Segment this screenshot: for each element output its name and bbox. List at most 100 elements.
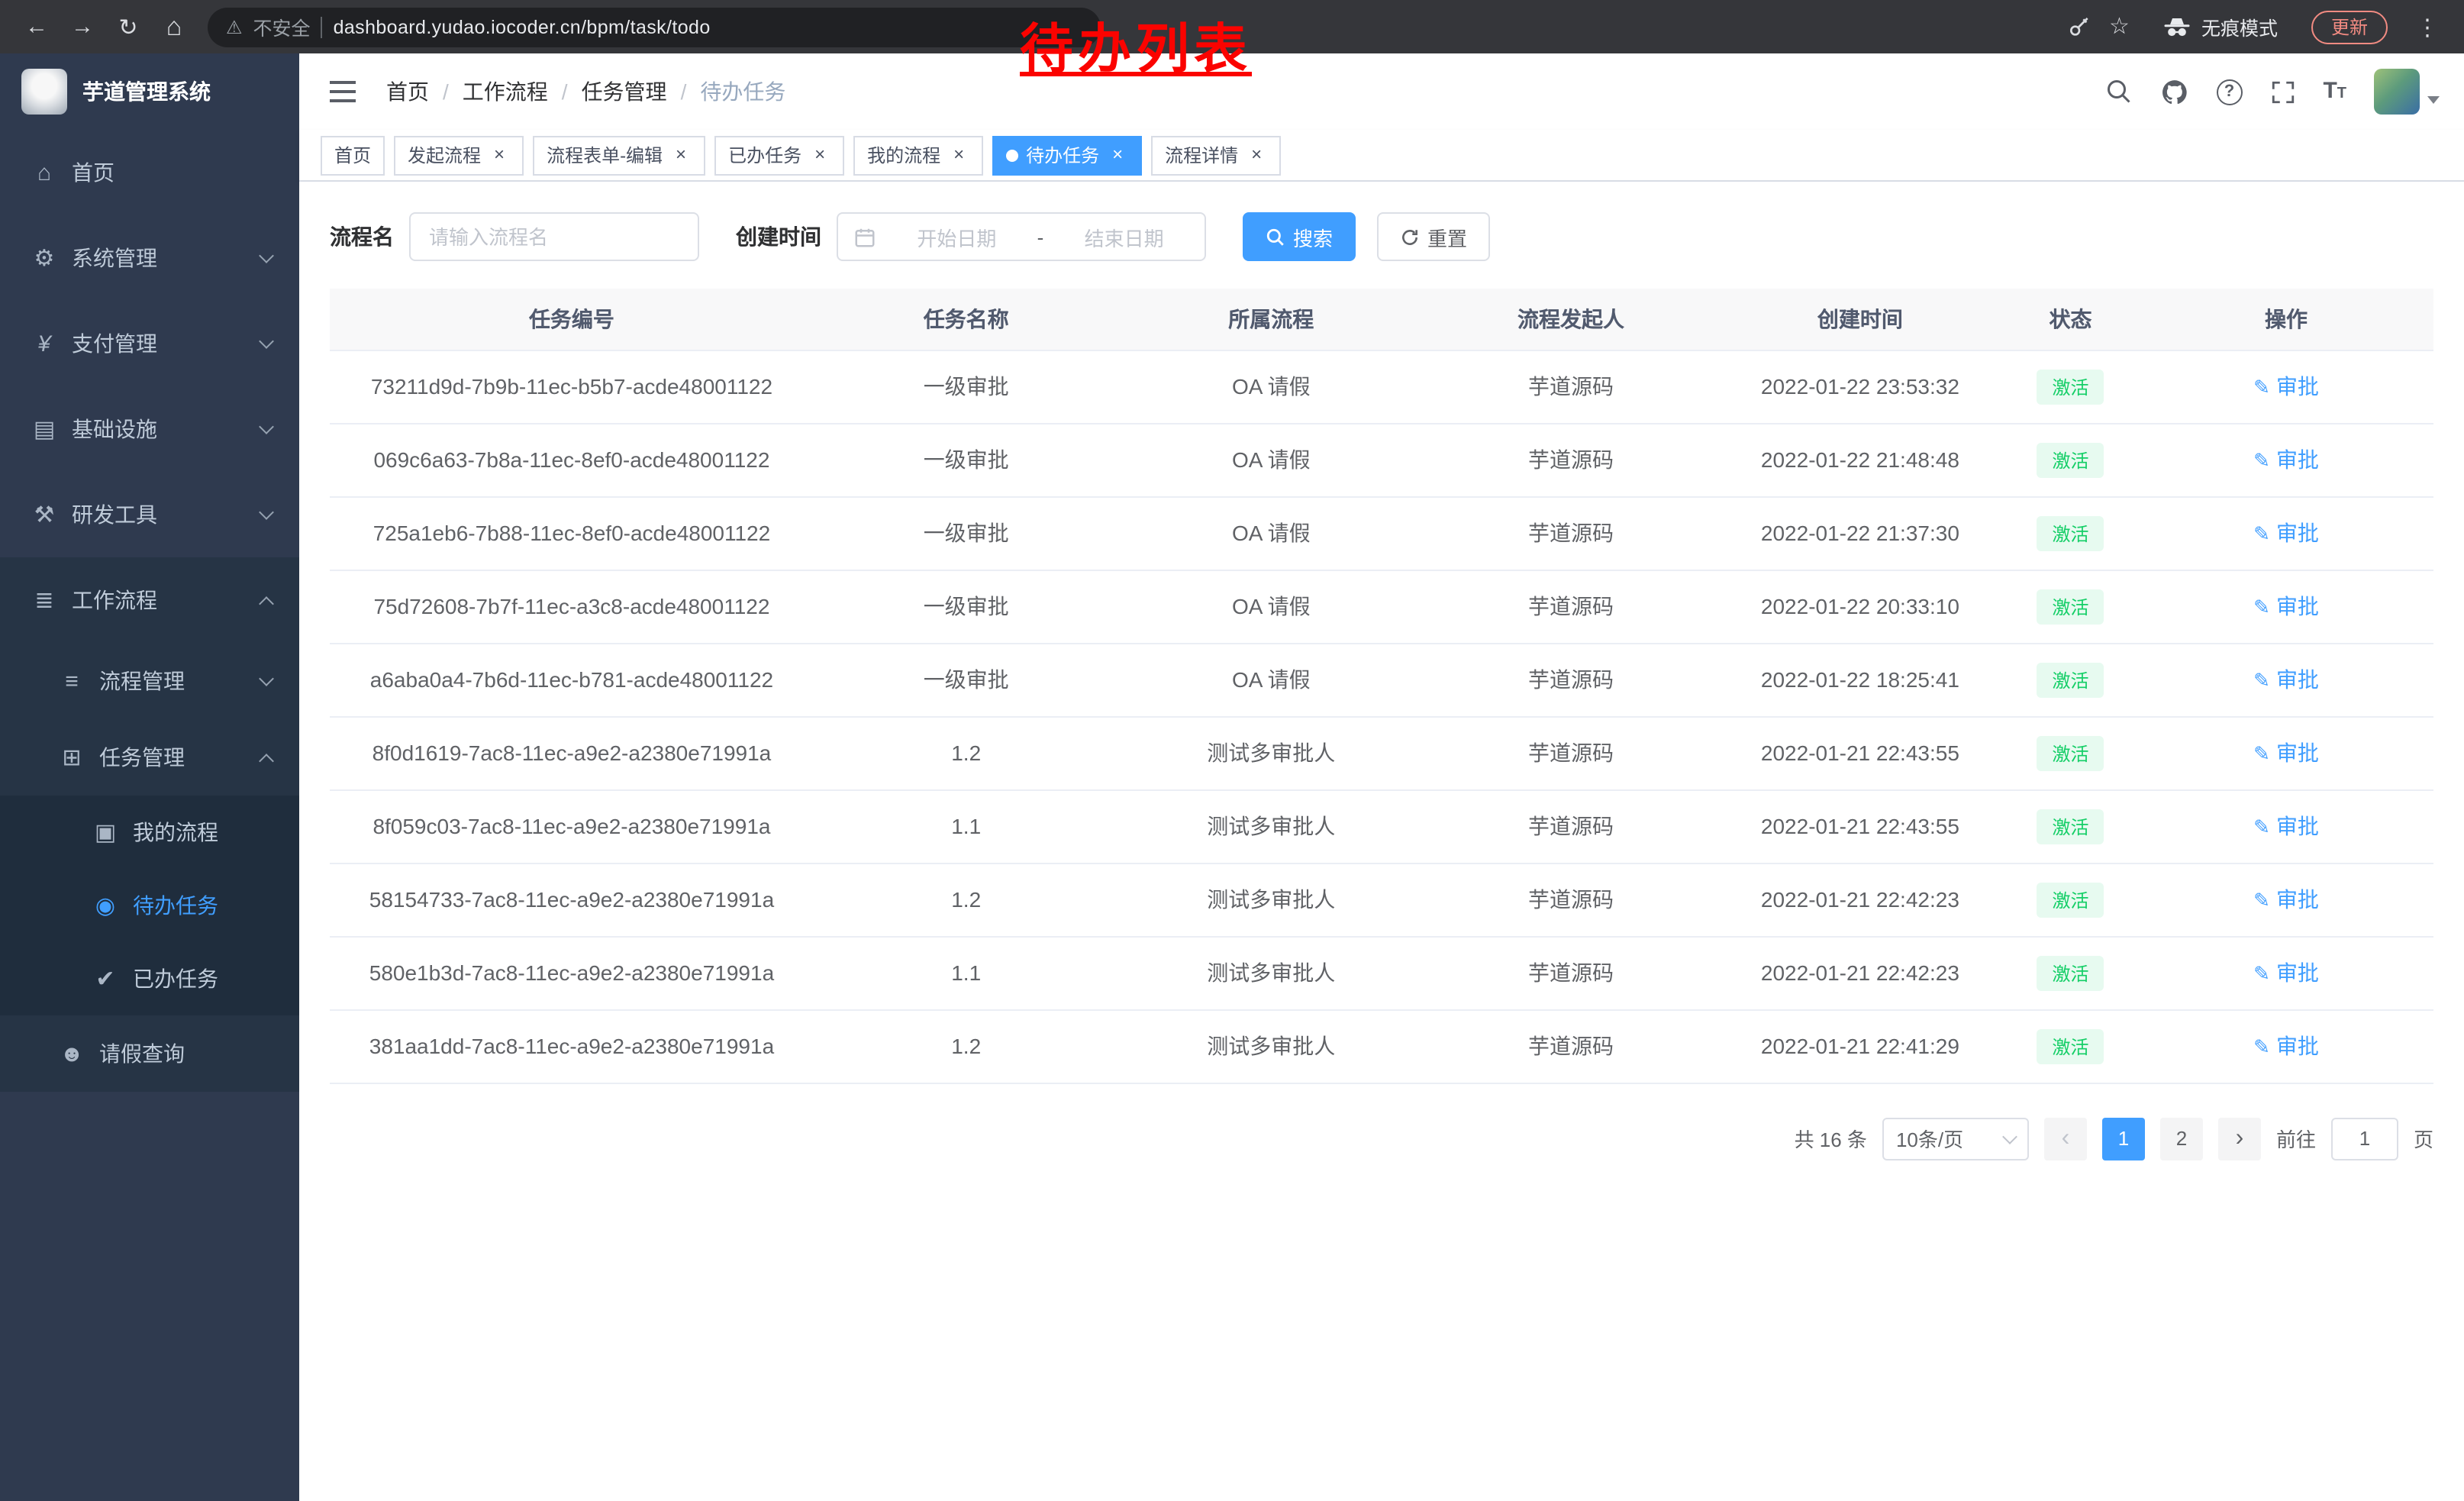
chevron-down-icon [259, 671, 274, 686]
page-button-1[interactable]: 1 [2102, 1117, 2145, 1160]
page-button-2[interactable]: 2 [2160, 1117, 2203, 1160]
close-icon[interactable] [809, 144, 830, 166]
calendar-icon [853, 225, 876, 248]
approve-link[interactable]: 审批 [2253, 957, 2319, 988]
approve-link[interactable]: 审批 [2253, 1031, 2319, 1061]
app-title: 芋道管理系统 [82, 76, 211, 107]
active-dot [1006, 149, 1018, 161]
caret-down-icon [2427, 95, 2440, 103]
table-row: 58154733-7ac8-11ec-a9e2-a2380e71991a 1.2… [330, 863, 2433, 936]
browser-menu-icon[interactable] [2406, 5, 2449, 48]
sidebar-item-todo-tasks[interactable]: 待办任务 [0, 869, 299, 942]
home-icon [27, 160, 61, 186]
table-row: 8f059c03-7ac8-11ec-a9e2-a2380e71991a 1.1… [330, 789, 2433, 863]
sidebar-item-dev-tools[interactable]: 研发工具 [0, 472, 299, 557]
next-page-button[interactable] [2218, 1117, 2261, 1160]
sidebar-item-infrastructure[interactable]: 基础设施 [0, 386, 299, 472]
close-icon[interactable] [1246, 144, 1267, 166]
sidebar-item-workflow[interactable]: 工作流程 [0, 557, 299, 643]
grid-icon [27, 415, 61, 443]
security-label: 不安全 [253, 12, 311, 41]
search-icon[interactable] [2104, 78, 2132, 105]
pencil-icon [2253, 447, 2270, 473]
status-badge: 激活 [2037, 589, 2104, 624]
screen: 不安全 dashboard.yudao.iocoder.cn/bpm/task/… [0, 0, 2464, 1501]
table-row: 73211d9d-7b9b-11ec-b5b7-acde48001122 一级审… [330, 350, 2433, 423]
address-bar[interactable]: 不安全 dashboard.yudao.iocoder.cn/bpm/task/… [208, 7, 1101, 47]
reset-button[interactable]: 重置 [1377, 212, 1490, 261]
approve-link[interactable]: 审批 [2253, 884, 2319, 915]
approve-link[interactable]: 审批 [2253, 811, 2319, 841]
sidebar-item-my-processes[interactable]: 我的流程 [0, 796, 299, 869]
col-initiator: 流程发起人 [1424, 289, 1718, 350]
prev-page-button[interactable] [2044, 1117, 2087, 1160]
bookmark-star-icon[interactable] [2109, 12, 2130, 41]
close-icon[interactable] [489, 144, 510, 166]
yen-icon [27, 331, 61, 357]
sidebar-item-payment-management[interactable]: 支付管理 [0, 301, 299, 386]
incognito-badge: 无痕模式 [2148, 8, 2293, 46]
table-row: 381aa1dd-7ac8-11ec-a9e2-a2380e71991a 1.2… [330, 1009, 2433, 1083]
goto-label: 前往 [2276, 1124, 2316, 1153]
page-unit-label: 页 [2414, 1124, 2433, 1153]
browser-back-icon[interactable] [15, 5, 58, 48]
create-time-label: 创建时间 [736, 221, 821, 252]
browser-update-button[interactable]: 更新 [2311, 10, 2388, 44]
search-button[interactable]: 搜索 [1243, 212, 1356, 261]
approve-link[interactable]: 审批 [2253, 371, 2319, 402]
font-size-icon[interactable] [2323, 78, 2346, 105]
sidebar-item-home[interactable]: 首页 [0, 130, 299, 215]
sidebar-item-done-tasks[interactable]: 已办任务 [0, 942, 299, 1015]
approve-link[interactable]: 审批 [2253, 664, 2319, 695]
close-icon[interactable] [670, 144, 692, 166]
breadcrumb-task-management[interactable]: 任务管理 [582, 76, 667, 107]
password-key-icon[interactable] [2066, 15, 2091, 39]
app-logo: 芋道管理系统 [0, 53, 299, 130]
process-name-input[interactable] [409, 212, 699, 261]
status-badge: 激活 [2037, 809, 2104, 844]
close-icon[interactable] [948, 144, 969, 166]
browser-forward-icon[interactable] [61, 5, 104, 48]
github-icon[interactable] [2159, 77, 2188, 106]
browser-reload-icon[interactable] [107, 5, 150, 48]
tab-done-tasks[interactable]: 已办任务 [714, 135, 844, 175]
approve-link[interactable]: 审批 [2253, 591, 2319, 621]
close-icon[interactable] [1107, 144, 1128, 166]
status-badge: 激活 [2037, 442, 2104, 477]
status-badge: 激活 [2037, 662, 2104, 697]
sidebar-item-process-management[interactable]: 流程管理 [0, 643, 299, 719]
chevron-down-icon [259, 334, 274, 349]
sidebar-collapse-button[interactable] [324, 75, 362, 108]
col-task-id: 任务编号 [330, 289, 814, 350]
tab-process-form-edit[interactable]: 流程表单-编辑 [533, 135, 705, 175]
end-date-placeholder: 结束日期 [1059, 222, 1189, 251]
approve-link[interactable]: 审批 [2253, 738, 2319, 768]
breadcrumb-workflow[interactable]: 工作流程 [463, 76, 548, 107]
goto-page-input[interactable] [2331, 1117, 2398, 1160]
sidebar-item-leave-query[interactable]: 请假查询 [0, 1015, 299, 1092]
gear-icon [27, 244, 61, 272]
help-icon[interactable] [2216, 79, 2242, 105]
chevron-down-icon [259, 419, 274, 434]
user-avatar[interactable] [2374, 69, 2440, 115]
col-process: 所属流程 [1119, 289, 1424, 350]
tab-my-processes[interactable]: 我的流程 [853, 135, 983, 175]
breadcrumb-home[interactable]: 首页 [386, 76, 429, 107]
approve-link[interactable]: 审批 [2253, 518, 2319, 548]
pencil-icon [2253, 886, 2270, 912]
page-size-select[interactable]: 10条/页 [1882, 1117, 2029, 1160]
tab-todo-tasks[interactable]: 待办任务 [992, 135, 1142, 175]
fullscreen-icon[interactable] [2269, 79, 2295, 105]
search-icon [1266, 227, 1285, 247]
tab-start-process[interactable]: 发起流程 [394, 135, 524, 175]
tab-home[interactable]: 首页 [321, 135, 385, 175]
date-range-picker[interactable]: 开始日期 - 结束日期 [837, 212, 1206, 261]
sidebar: 芋道管理系统 首页 系统管理 支付管理 [0, 53, 299, 1501]
todo-list-annotation: 待办列表 [1020, 6, 1252, 84]
col-created: 创建时间 [1718, 289, 2002, 350]
browser-home-icon[interactable] [153, 5, 195, 48]
sidebar-item-system-management[interactable]: 系统管理 [0, 215, 299, 301]
approve-link[interactable]: 审批 [2253, 444, 2319, 475]
tab-process-detail[interactable]: 流程详情 [1151, 135, 1281, 175]
sidebar-item-task-management[interactable]: 任务管理 [0, 719, 299, 796]
